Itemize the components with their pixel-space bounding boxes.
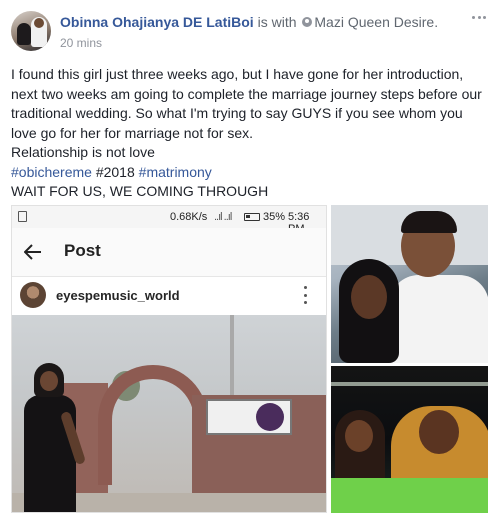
sign-logo bbox=[256, 403, 284, 431]
photo-sign-board bbox=[206, 399, 292, 435]
instagram-photo bbox=[12, 315, 326, 512]
app-bar: Post bbox=[12, 228, 326, 277]
post-timestamp[interactable]: 20 mins bbox=[60, 36, 102, 50]
photo-couple-table[interactable] bbox=[331, 366, 488, 513]
hashtag-link[interactable]: #obichereme bbox=[11, 164, 92, 180]
hashtag-line: #obichereme #2018 #matrimony bbox=[11, 163, 491, 183]
photo-selfie[interactable] bbox=[331, 205, 488, 363]
back-arrow-icon bbox=[24, 244, 41, 260]
post-header: Obinna Ohajianya DE LatiBoi is with Mazi… bbox=[60, 14, 490, 30]
profile-row: eyespemusic_world bbox=[12, 277, 326, 315]
photo-person-face bbox=[40, 371, 58, 391]
selfie-man-cap bbox=[401, 211, 457, 233]
app-bar-title: Post bbox=[64, 241, 101, 260]
photo-pole bbox=[230, 315, 234, 405]
profile-avatar bbox=[20, 282, 46, 308]
selfie-woman-face bbox=[351, 275, 387, 319]
selfie-man-shirt bbox=[389, 275, 488, 363]
post-paragraph: Relationship is not love bbox=[11, 144, 155, 160]
sim-icon bbox=[18, 211, 27, 222]
avatar-figure-left bbox=[17, 23, 31, 45]
couple-man-face bbox=[419, 410, 459, 454]
phone-status-bar: 0.68K/s ..ıl ..ıl 35% 5:36 PM bbox=[12, 206, 326, 235]
post-closing: WAIT FOR US, WE COMING THROUGH bbox=[11, 183, 269, 199]
photo-main[interactable]: 0.68K/s ..ıl ..ıl 35% 5:36 PM Post eyesp… bbox=[11, 205, 327, 513]
with-text: is with bbox=[257, 14, 297, 30]
author-name-link[interactable]: Obinna Ohajianya DE LatiBoi bbox=[60, 14, 254, 30]
location-tag-icon bbox=[302, 17, 313, 28]
hashtag-plain: #2018 bbox=[91, 163, 139, 180]
couple-woman-face bbox=[345, 420, 373, 452]
network-speed: 0.68K/s bbox=[170, 211, 208, 223]
post-text: I found this girl just three weeks ago, … bbox=[11, 65, 491, 202]
facebook-post: Obinna Ohajianya DE LatiBoi is with Mazi… bbox=[0, 0, 500, 513]
tagged-friend-link[interactable]: Mazi Queen Desire. bbox=[314, 14, 438, 30]
profile-username: eyespemusic_world bbox=[56, 288, 180, 303]
post-paragraph: I found this girl just three weeks ago, … bbox=[11, 66, 482, 141]
couple-table bbox=[331, 478, 488, 513]
more-vertical-icon bbox=[304, 286, 308, 304]
battery-icon bbox=[244, 213, 260, 221]
couple-ceiling-light bbox=[331, 382, 488, 386]
avatar-face bbox=[34, 18, 44, 28]
hashtag-link[interactable]: #matrimony bbox=[139, 164, 212, 180]
more-horizontal-icon[interactable] bbox=[472, 12, 486, 22]
signal-icon: ..ıl ..ıl bbox=[214, 211, 232, 223]
battery-level: 35% bbox=[263, 211, 286, 223]
author-avatar[interactable] bbox=[11, 11, 51, 51]
